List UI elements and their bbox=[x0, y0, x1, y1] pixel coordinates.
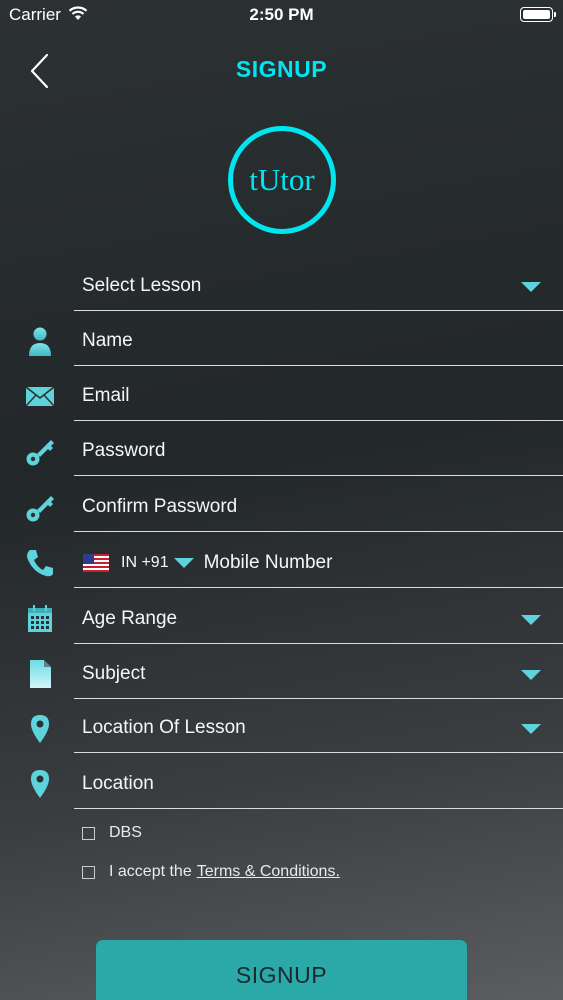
tutor-logo: tUtor bbox=[228, 126, 336, 234]
chevron-down-icon bbox=[521, 723, 541, 734]
confirm-password-input[interactable]: Confirm Password bbox=[74, 482, 563, 532]
logo-text: tUtor bbox=[249, 162, 315, 197]
key-icon bbox=[26, 496, 54, 522]
dbs-check-row: DBS bbox=[82, 824, 142, 842]
user-icon bbox=[29, 327, 51, 356]
chevron-down-icon bbox=[521, 281, 541, 292]
subject-label: Subject bbox=[82, 662, 146, 684]
status-time: 2:50 PM bbox=[249, 5, 314, 24]
battery-icon bbox=[520, 7, 556, 22]
envelope-icon bbox=[25, 386, 55, 407]
page-title: SIGNUP bbox=[235, 56, 328, 82]
email-placeholder: Email bbox=[82, 384, 130, 406]
chevron-down-icon bbox=[521, 669, 541, 680]
location-input[interactable]: Location bbox=[74, 759, 563, 809]
dbs-checkbox[interactable] bbox=[82, 826, 95, 840]
document-icon bbox=[30, 660, 51, 688]
location-pin-icon bbox=[31, 715, 49, 743]
chevron-down-icon bbox=[521, 614, 541, 625]
key-icon bbox=[26, 440, 54, 466]
chevron-down-icon[interactable] bbox=[173, 557, 194, 568]
mobile-number-input[interactable]: IN +91 Mobile Number bbox=[74, 538, 563, 588]
terms-check-row: I accept the Terms & Conditions. bbox=[82, 863, 340, 881]
us-flag-icon[interactable] bbox=[83, 553, 109, 572]
country-code[interactable]: IN +91 bbox=[121, 554, 169, 572]
name-placeholder: Name bbox=[82, 329, 133, 351]
terms-prefix-label: I accept the bbox=[109, 863, 192, 880]
location-of-lesson-label: Location Of Lesson bbox=[82, 716, 246, 738]
dbs-label: DBS bbox=[109, 824, 142, 841]
name-input[interactable]: Name bbox=[74, 316, 563, 366]
confirm-password-placeholder: Confirm Password bbox=[82, 495, 238, 517]
phone-icon bbox=[27, 550, 53, 577]
location-of-lesson-dropdown[interactable]: Location Of Lesson bbox=[74, 703, 563, 753]
signup-button-label: SIGNUP bbox=[235, 962, 328, 988]
terms-link[interactable]: Terms & Conditions. bbox=[197, 863, 340, 881]
calendar-icon bbox=[28, 605, 52, 632]
select-lesson-dropdown[interactable]: Select Lesson bbox=[74, 261, 563, 311]
terms-checkbox[interactable] bbox=[82, 865, 95, 879]
mobile-number-placeholder: Mobile Number bbox=[203, 551, 333, 573]
age-range-label: Age Range bbox=[82, 607, 178, 629]
email-input[interactable]: Email bbox=[74, 371, 563, 421]
age-range-dropdown[interactable]: Age Range bbox=[74, 594, 563, 644]
location-placeholder: Location bbox=[82, 772, 154, 794]
select-lesson-label: Select Lesson bbox=[82, 274, 202, 296]
password-input[interactable]: Password bbox=[74, 426, 563, 476]
status-bar: Carrier 2:50 PM bbox=[0, 0, 563, 30]
password-placeholder: Password bbox=[82, 439, 166, 461]
location-pin-icon bbox=[31, 770, 49, 798]
signup-button[interactable]: SIGNUP bbox=[96, 940, 467, 1000]
subject-dropdown[interactable]: Subject bbox=[74, 649, 563, 699]
